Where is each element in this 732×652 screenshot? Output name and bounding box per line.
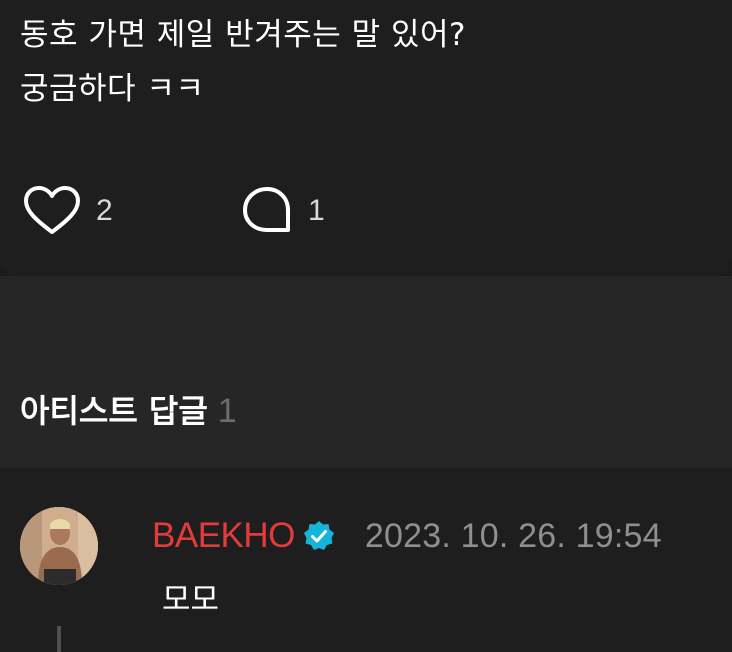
comment-count: 1 bbox=[308, 194, 325, 227]
section-divider bbox=[0, 276, 732, 468]
post-body-text: 동호 가면 제일 반겨주는 말 있어? 궁금하다 ㅋㅋ bbox=[20, 17, 466, 107]
avatar-photo bbox=[20, 507, 98, 585]
reply-body-text: 모모 bbox=[162, 582, 220, 618]
artist-reply-header: 아티스트 답글 1 bbox=[20, 386, 237, 432]
verified-badge-icon bbox=[303, 521, 334, 550]
artist-reply-item bbox=[0, 468, 732, 652]
speech-bubble-icon bbox=[243, 187, 290, 232]
comment-button[interactable]: 1 bbox=[240, 186, 325, 236]
like-button[interactable]: 2 bbox=[22, 186, 240, 236]
avatar[interactable] bbox=[20, 507, 98, 585]
reply-timestamp: 2023. 10. 26. 19:54 bbox=[364, 516, 662, 555]
post-actions: 2 1 bbox=[22, 186, 325, 236]
thread-connector-line bbox=[57, 626, 61, 652]
heart-icon bbox=[24, 186, 80, 234]
artist-reply-title: 아티스트 답글 bbox=[20, 392, 208, 430]
author-name[interactable]: BAEKHO bbox=[152, 516, 295, 556]
reply-header: BAEKHO 2023. 10. 26. 19:54 bbox=[152, 512, 662, 560]
like-count: 2 bbox=[96, 194, 113, 227]
artist-reply-count: 1 bbox=[217, 392, 237, 430]
post-card: 동호 가면 제일 반겨주는 말 있어? 궁금하다 ㅋㅋ 2 1 bbox=[0, 0, 732, 276]
